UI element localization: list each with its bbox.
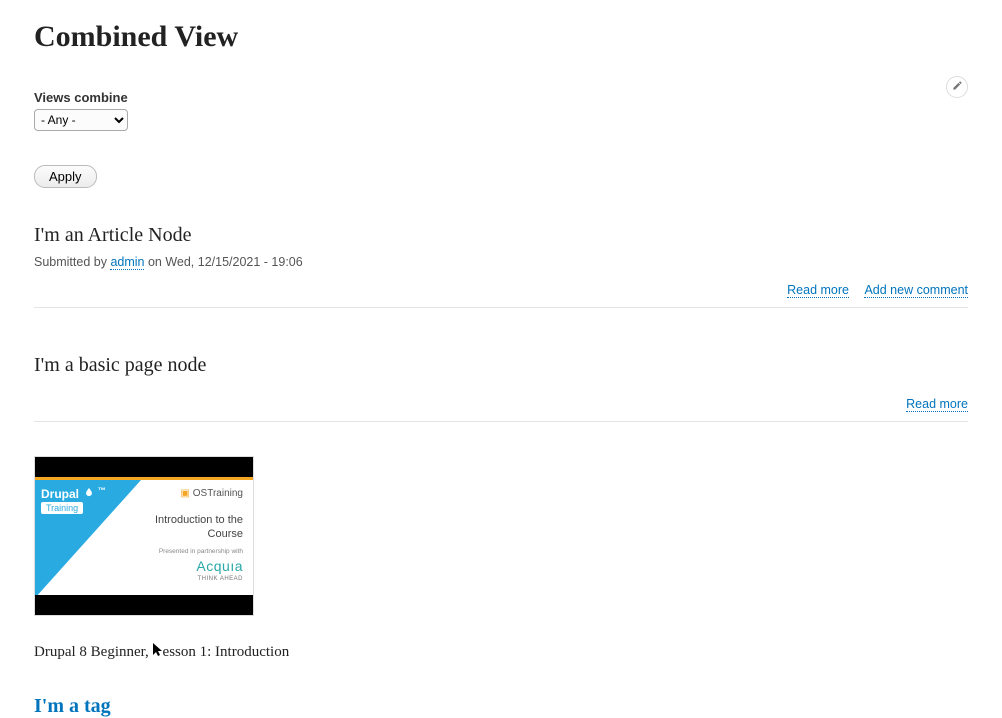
- ostraining-logo: ▣OSTraining: [180, 488, 243, 499]
- video-title-overlay: Introduction to the Course: [138, 514, 243, 542]
- filter-label: Views combine: [34, 90, 968, 105]
- page-node-title[interactable]: I'm a basic page node: [34, 354, 968, 377]
- read-more-link[interactable]: Read more: [906, 397, 968, 412]
- video-thumbnail[interactable]: Drupal ™ Training ▣OSTraining Introducti…: [34, 456, 254, 616]
- submitted-prefix: Submitted by: [34, 255, 110, 269]
- read-more-link[interactable]: Read more: [787, 283, 849, 298]
- divider: [34, 421, 968, 422]
- divider: [34, 307, 968, 308]
- tag-link[interactable]: I'm a tag: [34, 695, 111, 718]
- apply-button[interactable]: Apply: [34, 165, 97, 188]
- drupal-brand: Drupal ™: [41, 486, 106, 501]
- edit-button[interactable]: [946, 76, 968, 98]
- article-submitted: Submitted by admin on Wed, 12/15/2021 - …: [34, 255, 968, 269]
- book-icon: ▣: [180, 488, 189, 499]
- partner-text: Presented in partnership with: [159, 548, 243, 555]
- acquia-logo: Acquıa THINK AHEAD: [196, 558, 243, 582]
- training-badge: Training: [41, 502, 83, 514]
- page-title: Combined View: [34, 20, 968, 54]
- cursor-icon: [153, 643, 163, 658]
- drop-icon: [82, 487, 94, 501]
- article-title[interactable]: I'm an Article Node: [34, 224, 968, 247]
- add-comment-link[interactable]: Add new comment: [864, 283, 968, 298]
- author-link[interactable]: admin: [110, 255, 144, 270]
- submitted-suffix: on Wed, 12/15/2021 - 19:06: [144, 255, 302, 269]
- video-caption: Drupal 8 Beginner, esson 1: Introduction: [34, 644, 968, 661]
- views-combine-select[interactable]: - Any -: [34, 109, 128, 131]
- pencil-icon: [952, 78, 963, 96]
